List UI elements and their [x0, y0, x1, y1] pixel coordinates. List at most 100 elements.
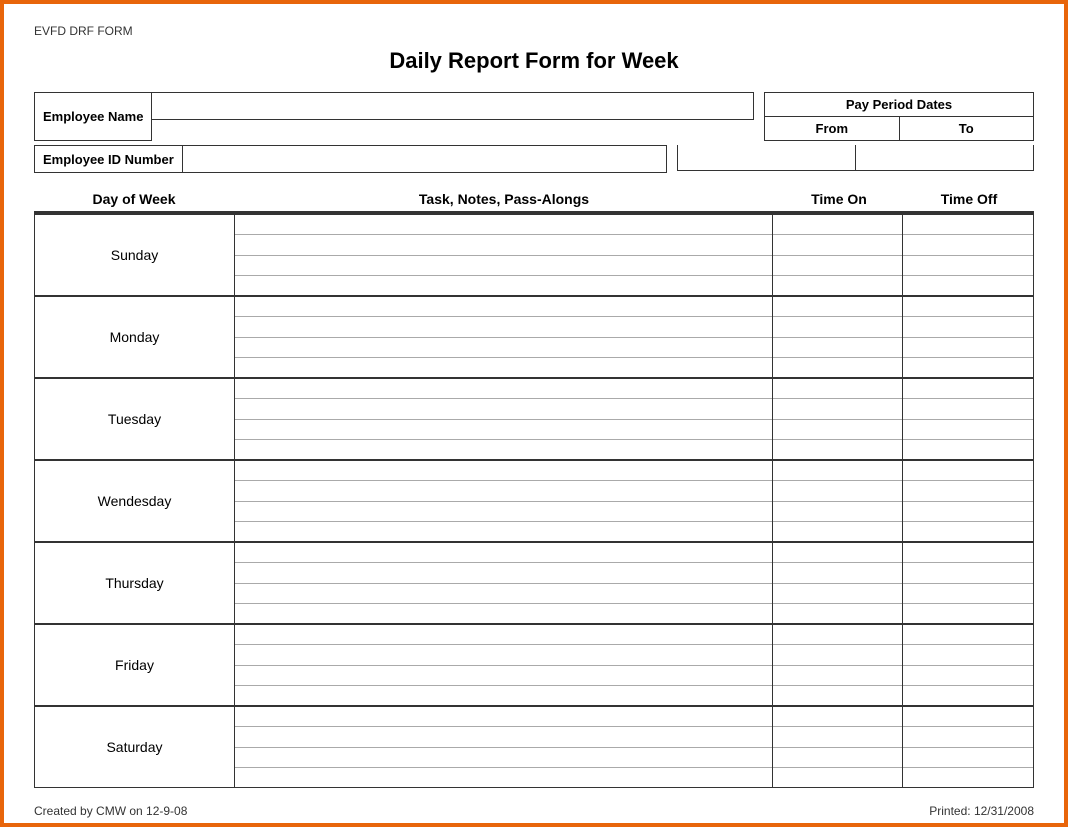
time-line[interactable] — [773, 379, 902, 399]
task-line[interactable] — [235, 338, 772, 358]
time-line[interactable] — [903, 768, 1033, 787]
pay-period-block: Pay Period Dates From To — [764, 92, 1034, 141]
task-line[interactable] — [235, 399, 772, 419]
task-line[interactable] — [235, 768, 772, 787]
task-line[interactable] — [235, 235, 772, 255]
pay-period-from-input[interactable] — [677, 145, 856, 171]
time-line[interactable] — [903, 215, 1033, 235]
time-line[interactable] — [903, 543, 1033, 563]
col-header-task: Task, Notes, Pass-Alongs — [234, 191, 774, 207]
time-line[interactable] — [903, 707, 1033, 727]
time-line[interactable] — [773, 543, 902, 563]
task-line[interactable] — [235, 215, 772, 235]
time-line[interactable] — [903, 481, 1033, 501]
timeon-cell-monday — [773, 297, 903, 377]
time-line[interactable] — [773, 256, 902, 276]
time-line[interactable] — [903, 338, 1033, 358]
task-line[interactable] — [235, 645, 772, 665]
time-line[interactable] — [773, 399, 902, 419]
time-line[interactable] — [773, 686, 902, 705]
time-line[interactable] — [773, 338, 902, 358]
time-line[interactable] — [903, 625, 1033, 645]
time-line[interactable] — [773, 440, 902, 459]
task-line[interactable] — [235, 481, 772, 501]
task-line[interactable] — [235, 379, 772, 399]
task-line[interactable] — [235, 543, 772, 563]
time-line[interactable] — [903, 748, 1033, 768]
employee-id-input[interactable] — [183, 145, 667, 173]
task-cell-tuesday — [235, 379, 773, 459]
time-line[interactable] — [773, 461, 902, 481]
time-line[interactable] — [773, 276, 902, 295]
time-line[interactable] — [903, 256, 1033, 276]
task-line[interactable] — [235, 297, 772, 317]
task-line[interactable] — [235, 440, 772, 459]
time-line[interactable] — [903, 358, 1033, 377]
task-line[interactable] — [235, 522, 772, 541]
time-line[interactable] — [903, 235, 1033, 255]
table-row: Monday — [35, 297, 1033, 379]
time-line[interactable] — [773, 727, 902, 747]
task-line[interactable] — [235, 584, 772, 604]
time-line[interactable] — [903, 461, 1033, 481]
time-line[interactable] — [903, 563, 1033, 583]
time-line[interactable] — [903, 502, 1033, 522]
time-line[interactable] — [903, 522, 1033, 541]
task-line[interactable] — [235, 563, 772, 583]
task-line[interactable] — [235, 317, 772, 337]
time-line[interactable] — [903, 420, 1033, 440]
task-line[interactable] — [235, 502, 772, 522]
time-line[interactable] — [903, 379, 1033, 399]
time-line[interactable] — [903, 440, 1033, 459]
pay-period-title: Pay Period Dates — [764, 92, 1034, 117]
time-line[interactable] — [903, 317, 1033, 337]
task-line[interactable] — [235, 358, 772, 377]
task-line[interactable] — [235, 256, 772, 276]
timeoff-cell-saturday — [903, 707, 1033, 787]
employee-id-group: Employee ID Number — [34, 145, 667, 173]
day-name-saturday: Saturday — [35, 707, 235, 787]
time-line[interactable] — [773, 522, 902, 541]
time-line[interactable] — [903, 276, 1033, 295]
time-line[interactable] — [773, 215, 902, 235]
time-line[interactable] — [903, 686, 1033, 705]
task-line[interactable] — [235, 727, 772, 747]
task-line[interactable] — [235, 625, 772, 645]
time-line[interactable] — [773, 502, 902, 522]
time-line[interactable] — [773, 317, 902, 337]
time-line[interactable] — [773, 358, 902, 377]
time-line[interactable] — [903, 399, 1033, 419]
time-line[interactable] — [773, 420, 902, 440]
time-line[interactable] — [903, 584, 1033, 604]
time-line[interactable] — [773, 297, 902, 317]
time-line[interactable] — [903, 604, 1033, 623]
col-headers: Day of Week Task, Notes, Pass-Alongs Tim… — [34, 191, 1034, 213]
time-line[interactable] — [903, 727, 1033, 747]
time-line[interactable] — [773, 625, 902, 645]
time-line[interactable] — [773, 481, 902, 501]
task-line[interactable] — [235, 420, 772, 440]
task-line[interactable] — [235, 461, 772, 481]
top-row1: Employee Name Pay Period Dates From To — [34, 92, 1034, 141]
time-line[interactable] — [773, 645, 902, 665]
pay-period-to-input[interactable] — [856, 145, 1034, 171]
task-line[interactable] — [235, 604, 772, 623]
task-cell-friday — [235, 625, 773, 705]
time-line[interactable] — [773, 235, 902, 255]
task-line[interactable] — [235, 276, 772, 295]
time-line[interactable] — [773, 748, 902, 768]
time-line[interactable] — [903, 645, 1033, 665]
time-line[interactable] — [773, 563, 902, 583]
task-line[interactable] — [235, 666, 772, 686]
time-line[interactable] — [773, 666, 902, 686]
task-line[interactable] — [235, 748, 772, 768]
employee-name-input[interactable] — [152, 92, 754, 120]
time-line[interactable] — [773, 584, 902, 604]
time-line[interactable] — [773, 768, 902, 787]
time-line[interactable] — [903, 297, 1033, 317]
time-line[interactable] — [773, 707, 902, 727]
task-line[interactable] — [235, 686, 772, 705]
time-line[interactable] — [903, 666, 1033, 686]
task-line[interactable] — [235, 707, 772, 727]
time-line[interactable] — [773, 604, 902, 623]
